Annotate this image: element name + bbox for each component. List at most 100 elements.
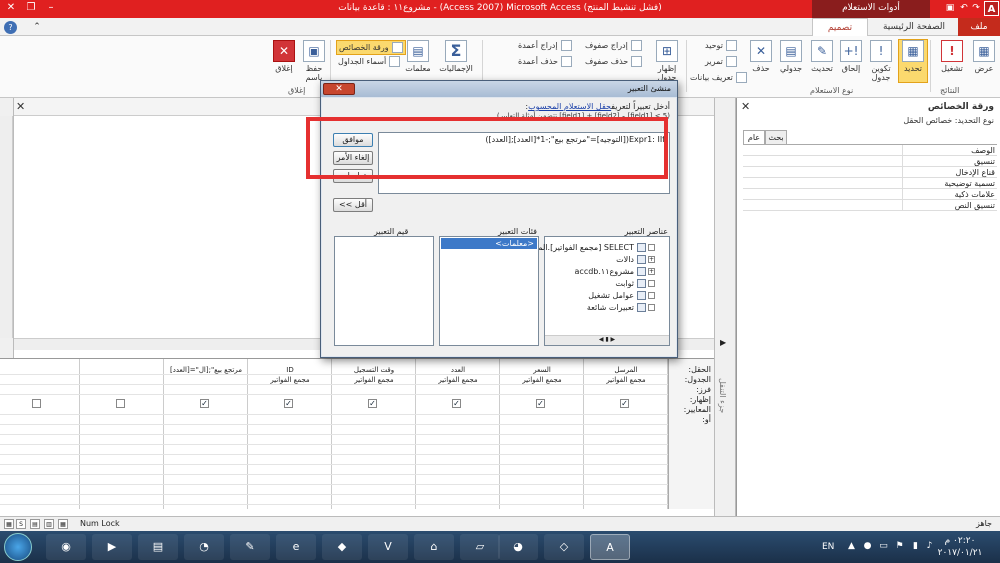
field-cell[interactable]: وقت التسجيل	[332, 365, 416, 375]
design-view-icon[interactable]: ▦	[4, 519, 14, 529]
criteria-cell[interactable]	[332, 445, 416, 455]
expression-element-item[interactable]: SELECT [مجمع الفواتير].الم	[538, 243, 655, 252]
property-value[interactable]	[743, 189, 903, 200]
sort-cell[interactable]	[500, 385, 584, 395]
criteria-cell[interactable]	[416, 485, 500, 495]
expression-element-item[interactable]: ثوابت	[615, 279, 655, 288]
sort-cell[interactable]	[332, 385, 416, 395]
paint-taskbar-icon[interactable]: ✎	[230, 534, 270, 560]
property-row[interactable]: تنسيق	[743, 156, 997, 167]
criteria-cell[interactable]	[80, 485, 164, 495]
sort-cell[interactable]	[416, 385, 500, 395]
datasheet-view-icon[interactable]: ▦	[58, 519, 68, 529]
criteria-cell[interactable]	[500, 465, 584, 475]
criteria-cell[interactable]	[332, 435, 416, 445]
tray-app-icon[interactable]: ●	[862, 541, 873, 552]
criteria-cell[interactable]	[500, 425, 584, 435]
criteria-cell[interactable]	[500, 415, 584, 425]
redo-icon[interactable]: ↷	[970, 2, 982, 14]
expression-element-item[interactable]: + مشروع١١.accdb	[575, 267, 655, 276]
delete-rows-button[interactable]: حذف صفوف	[585, 56, 643, 67]
show-checkbox[interactable]: ✓	[536, 399, 545, 408]
grid-column[interactable]: وقت التسجيل مجمع الفواتير ✓	[332, 359, 416, 509]
elements-horizontal-scrollbar[interactable]: ◀ ▮ ▶	[545, 335, 669, 345]
undo-icon[interactable]: ↶	[958, 2, 970, 14]
show-checkbox[interactable]: ✓	[368, 399, 377, 408]
field-cell[interactable]	[0, 365, 80, 375]
criteria-cell[interactable]	[0, 415, 80, 425]
insert-columns-button[interactable]: إدراج أعمدة	[518, 40, 572, 51]
calculated-field-link[interactable]: حقل الاستعلام المحسوب	[528, 102, 611, 111]
tray-expand-icon[interactable]: ▲	[846, 541, 857, 552]
criteria-cell[interactable]	[164, 475, 248, 485]
sort-cell[interactable]	[248, 385, 332, 395]
criteria-cell[interactable]	[332, 475, 416, 485]
select-query-button[interactable]: ▦ تحديد	[898, 39, 928, 83]
criteria-cell[interactable]	[80, 435, 164, 445]
criteria-cell[interactable]	[416, 475, 500, 485]
delete-columns-button[interactable]: حذف أعمدة	[518, 56, 572, 67]
insert-rows-button[interactable]: إدراج صفوف	[585, 40, 642, 51]
flag-icon[interactable]: ⚑	[894, 541, 905, 552]
expand-icon[interactable]	[648, 244, 655, 251]
criteria-cell[interactable]	[164, 485, 248, 495]
navigation-pane-collapsed[interactable]: ▶ جزء التنقل	[714, 98, 736, 516]
field-cell[interactable]	[80, 365, 164, 375]
start-button[interactable]	[4, 533, 32, 561]
criteria-cell[interactable]	[164, 445, 248, 455]
show-checkbox[interactable]: ✓	[620, 399, 629, 408]
expression-values-list[interactable]	[334, 236, 434, 346]
criteria-cell[interactable]	[164, 455, 248, 465]
close-property-sheet-icon[interactable]: ✕	[741, 100, 750, 113]
criteria-cell[interactable]	[248, 475, 332, 485]
criteria-cell[interactable]	[248, 445, 332, 455]
sql-view-icon[interactable]: S	[16, 519, 26, 529]
criteria-cell[interactable]	[80, 475, 164, 485]
less-button[interactable]: << أقل	[333, 198, 373, 212]
criteria-cell[interactable]	[80, 455, 164, 465]
notes-taskbar-icon[interactable]: ▱	[460, 534, 500, 560]
grid-column[interactable]: السعر مجمع الفواتير ✓	[500, 359, 584, 509]
append-button[interactable]: +! إلحاق	[838, 40, 864, 73]
help-icon[interactable]: ?	[4, 21, 17, 34]
show-checkbox[interactable]: ✓	[200, 399, 209, 408]
property-row[interactable]: علامات ذكية	[743, 189, 997, 200]
crosstab-button[interactable]: ▤ جدولي	[776, 40, 806, 73]
table-cell[interactable]	[164, 375, 248, 385]
table-cell[interactable]	[80, 375, 164, 385]
property-value[interactable]	[743, 145, 903, 156]
criteria-cell[interactable]	[332, 485, 416, 495]
tab-lookup[interactable]: بحث	[765, 130, 787, 144]
criteria-cell[interactable]	[248, 415, 332, 425]
media-player-taskbar-icon[interactable]: ▶	[92, 534, 132, 560]
criteria-cell[interactable]	[248, 435, 332, 445]
criteria-cell[interactable]	[584, 495, 668, 505]
vb-taskbar-icon[interactable]: V	[368, 534, 408, 560]
criteria-cell[interactable]	[248, 455, 332, 465]
grid-column[interactable]: المرسل مجمع الفواتير ✓	[584, 359, 668, 509]
sort-cell[interactable]	[584, 385, 668, 395]
category-selected-item[interactable]: <معلمات>	[441, 238, 537, 249]
criteria-cell[interactable]	[0, 475, 80, 485]
criteria-cell[interactable]	[248, 425, 332, 435]
table-cell[interactable]: مجمع الفواتير	[584, 375, 668, 385]
criteria-cell[interactable]	[80, 495, 164, 505]
explorer-taskbar-icon[interactable]: ▤	[138, 534, 178, 560]
property-value[interactable]	[743, 156, 903, 167]
field-cell[interactable]: [العدد]="مرتجع بيع";[ال	[164, 365, 248, 375]
criteria-cell[interactable]	[584, 425, 668, 435]
sort-cell[interactable]	[0, 385, 80, 395]
criteria-cell[interactable]	[416, 445, 500, 455]
criteria-cell[interactable]	[332, 455, 416, 465]
expand-icon[interactable]	[648, 304, 655, 311]
expression-elements-list[interactable]: SELECT [مجمع الفواتير].الم + دالات + مشروع١١…	[538, 236, 670, 346]
criteria-cell[interactable]	[584, 445, 668, 455]
show-checkbox[interactable]	[32, 399, 41, 408]
criteria-cell[interactable]	[248, 485, 332, 495]
criteria-cell[interactable]	[80, 445, 164, 455]
tab-general[interactable]: عام	[743, 130, 765, 144]
criteria-cell[interactable]	[164, 435, 248, 445]
criteria-cell[interactable]	[164, 465, 248, 475]
internet-explorer-taskbar-icon[interactable]: e	[276, 534, 316, 560]
criteria-cell[interactable]	[0, 455, 80, 465]
